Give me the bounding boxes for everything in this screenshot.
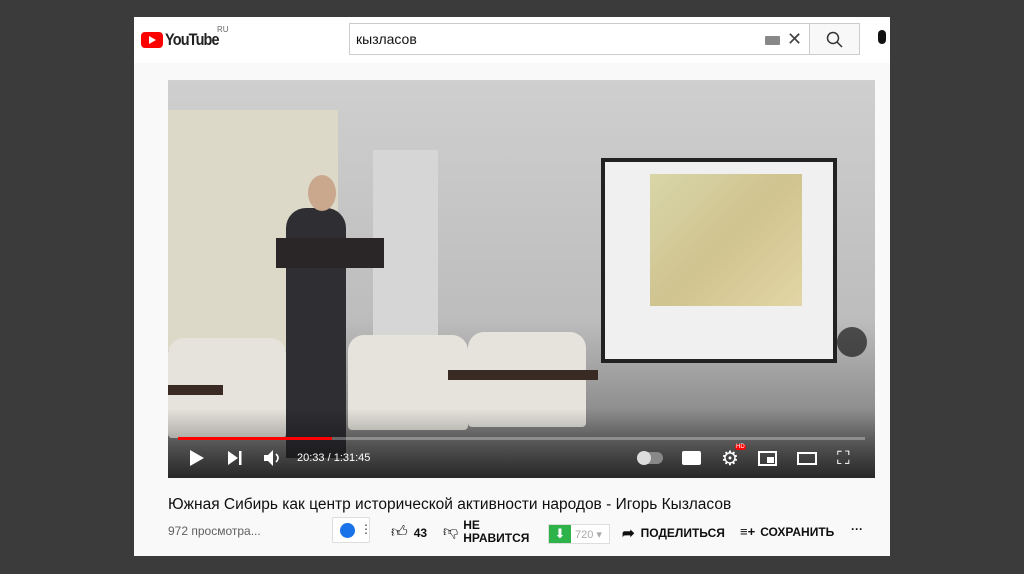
extension-icon <box>340 523 355 538</box>
search-icon <box>826 31 843 48</box>
video-title: Южная Сибирь как центр исторической акти… <box>168 496 732 513</box>
like-button[interactable]: 👍︎ 43 <box>391 523 427 542</box>
theater-icon <box>797 451 817 465</box>
save-label: СОХРАНИТЬ <box>760 524 835 539</box>
next-button[interactable] <box>228 446 242 470</box>
search-button[interactable] <box>810 23 860 55</box>
playlist-add-icon: ≡+ <box>740 524 756 539</box>
autoplay-toggle[interactable] <box>637 446 663 470</box>
progress-fill <box>178 437 332 440</box>
masthead: YouTube RU ✕ <box>134 17 890 63</box>
extension-menu[interactable]: ⋮ <box>360 522 372 536</box>
dislike-button[interactable]: 👎︎ НЕ НРАВИТСЯ <box>443 519 529 545</box>
youtube-play-icon <box>141 32 163 48</box>
download-count: 720 <box>575 529 594 541</box>
theater-mode-button[interactable] <box>797 446 817 470</box>
subtitles-icon <box>682 451 701 465</box>
volume-button[interactable] <box>264 446 282 470</box>
youtube-page: YouTube RU ✕ 20:33 / 1:31:45 ⚙HD ⛶ Южная… <box>134 17 890 556</box>
search-box: ✕ <box>349 23 810 55</box>
share-label: ПОДЕЛИТЬСЯ <box>640 526 725 540</box>
country-code: RU <box>217 25 229 34</box>
logo-text: YouTube <box>165 30 220 49</box>
more-actions-button[interactable]: ··· <box>851 522 863 536</box>
download-button[interactable]: ⬇ 720 ▾ <box>548 524 610 544</box>
video-player[interactable]: 20:33 / 1:31:45 ⚙ HD ⛶ <box>168 80 875 478</box>
hd-badge: HD <box>735 444 746 450</box>
time-display: 20:33 / 1:31:45 <box>297 452 371 464</box>
download-arrow-icon: ⬇ <box>549 525 571 543</box>
clear-search-icon[interactable]: ✕ <box>787 29 802 50</box>
dislike-label-line2: НРАВИТСЯ <box>463 531 530 545</box>
view-count[interactable]: 972 просмотра... <box>168 524 261 538</box>
search-input[interactable] <box>356 31 756 47</box>
volume-icon <box>264 450 279 466</box>
share-icon: ➦ <box>622 525 635 542</box>
play-icon <box>190 450 204 466</box>
keyboard-icon[interactable] <box>765 36 780 45</box>
video-frame-projection-screen <box>601 158 837 363</box>
play-button[interactable] <box>190 446 204 470</box>
next-icon <box>228 451 242 465</box>
settings-button[interactable]: ⚙ HD <box>721 444 746 470</box>
extension-button[interactable]: ⋮ <box>332 517 372 543</box>
share-button[interactable]: ➦ ПОДЕЛИТЬСЯ <box>622 524 725 542</box>
microphone-icon[interactable] <box>878 30 886 44</box>
dislike-label-line1: НЕ <box>463 518 480 532</box>
like-count: 43 <box>413 525 428 540</box>
thumbs-down-icon: 👎︎ <box>443 523 459 540</box>
fullscreen-icon: ⛶ <box>837 447 850 468</box>
progress-bar[interactable] <box>178 437 865 440</box>
save-button[interactable]: ≡+ СОХРАНИТЬ <box>740 524 834 539</box>
subtitles-button[interactable] <box>682 446 701 470</box>
miniplayer-icon <box>758 450 777 466</box>
miniplayer-expand-button[interactable] <box>837 327 867 357</box>
fullscreen-button[interactable]: ⛶ <box>837 446 850 470</box>
miniplayer-button[interactable] <box>758 446 777 470</box>
youtube-logo[interactable]: YouTube RU <box>141 25 229 50</box>
thumbs-up-icon: 👍︎ <box>391 524 408 541</box>
